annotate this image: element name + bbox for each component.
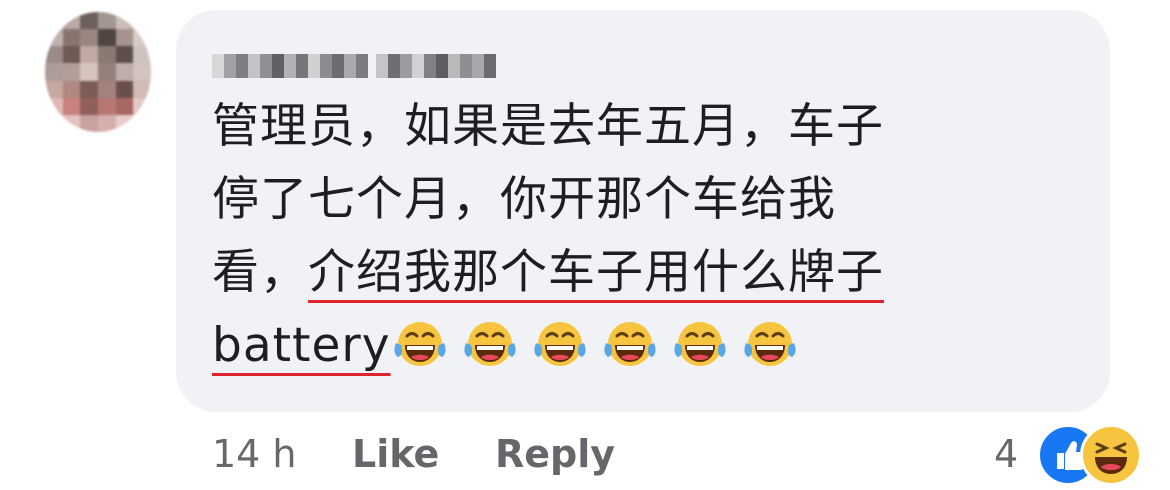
reply-button[interactable]: Reply — [495, 432, 615, 476]
underlined-text: 介绍我那个车子用什么牌子 — [308, 245, 884, 300]
emoji-row — [391, 318, 811, 373]
like-button[interactable]: Like — [352, 432, 439, 476]
laughing-tears-emoji — [393, 322, 446, 366]
comment-line: 停了七个月，你开那个车给我 — [212, 172, 836, 227]
haha-reaction-icon[interactable] — [1080, 424, 1142, 486]
reaction-count[interactable]: 4 — [994, 432, 1018, 476]
laughing-tears-emoji — [743, 322, 796, 366]
underlined-word: battery — [212, 318, 391, 373]
author-name[interactable] — [212, 42, 496, 82]
laughing-tears-emoji — [603, 322, 656, 366]
avatar[interactable] — [45, 12, 151, 132]
comment-line: 管理员，如果是去年五月，车子 — [212, 99, 884, 154]
laughing-tears-emoji — [673, 322, 726, 366]
comment-line-start: 看， — [212, 245, 308, 300]
comment-text: 管理员，如果是去年五月，车子 停了七个月，你开那个车给我 看，介绍我那个车子用什… — [212, 90, 1092, 382]
laughing-tears-emoji — [463, 322, 516, 366]
comment-line: 看，介绍我那个车子用什么牌子 — [212, 236, 1092, 309]
comment-line: battery — [212, 309, 1092, 382]
timestamp[interactable]: 14 h — [212, 432, 297, 476]
laughing-tears-emoji — [533, 322, 586, 366]
